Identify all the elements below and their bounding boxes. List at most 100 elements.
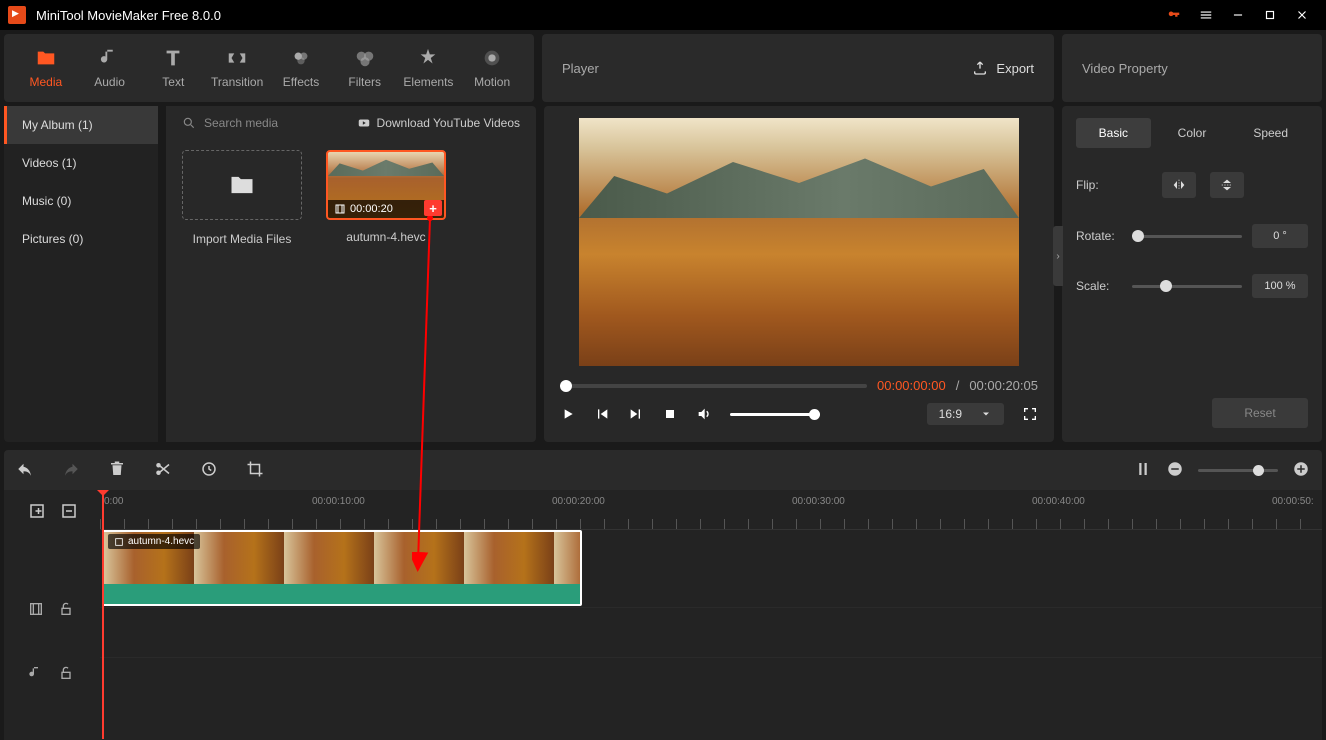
aspect-value: 16:9: [939, 407, 962, 421]
volume-slider[interactable]: [730, 413, 820, 416]
unlock-icon[interactable]: [58, 601, 74, 617]
scale-value[interactable]: 100 %: [1252, 274, 1308, 298]
tab-media[interactable]: Media: [20, 47, 72, 89]
menu-icon[interactable]: [1190, 0, 1222, 30]
maximize-button[interactable]: [1254, 0, 1286, 30]
player-header: Player Export: [542, 34, 1054, 102]
redo-button[interactable]: [62, 460, 80, 481]
property-label: Video Property: [1082, 61, 1168, 76]
tab-media-label: Media: [30, 75, 63, 89]
media-content: Search media Download YouTube Videos Imp…: [166, 106, 536, 442]
rotate-slider[interactable]: [1132, 235, 1242, 238]
ruler-tick: 00:00:40:00: [1032, 496, 1085, 507]
property-header: Video Property: [1062, 34, 1322, 102]
tab-motion[interactable]: Motion: [466, 47, 518, 89]
tab-effects[interactable]: Effects: [275, 47, 327, 89]
sidebar-item-pictures[interactable]: Pictures (0): [4, 220, 158, 258]
tab-filters-label: Filters: [348, 75, 381, 89]
timeline: 0:00 00:00:10:00 00:00:20:00 00:00:30:00…: [4, 490, 1322, 740]
delete-button[interactable]: [108, 460, 126, 481]
minimize-button[interactable]: [1222, 0, 1254, 30]
prop-tab-speed[interactable]: Speed: [1233, 118, 1308, 148]
stop-button[interactable]: [662, 406, 678, 422]
zoom-out-button[interactable]: [1166, 460, 1184, 481]
expand-tracks-button[interactable]: [28, 502, 46, 523]
audio-track[interactable]: [100, 608, 1322, 658]
chevron-down-icon: [980, 408, 992, 420]
clip-name: autumn-4.hevc: [326, 230, 446, 244]
video-track-header: [4, 570, 100, 648]
fullscreen-button[interactable]: [1022, 406, 1038, 422]
music-icon: [28, 665, 44, 681]
search-placeholder: Search media: [204, 116, 278, 130]
film-icon: [334, 203, 346, 215]
speed-button[interactable]: [200, 460, 218, 481]
clip-thumbnail[interactable]: 00:00:20 +: [326, 150, 446, 220]
scale-slider[interactable]: [1132, 285, 1242, 288]
clip-duration: 00:00:20: [350, 203, 393, 215]
app-title: MiniTool MovieMaker Free 8.0.0: [36, 8, 1158, 23]
prop-tab-color[interactable]: Color: [1155, 118, 1230, 148]
sidebar-item-myalbum[interactable]: My Album (1): [4, 106, 158, 144]
rotate-label: Rotate:: [1076, 229, 1132, 243]
tab-effects-label: Effects: [283, 75, 319, 89]
tab-audio[interactable]: Audio: [84, 47, 136, 89]
tab-transition-label: Transition: [211, 75, 263, 89]
timeline-clip[interactable]: autumn-4.hevc: [102, 530, 582, 606]
seek-slider[interactable]: [560, 384, 867, 388]
volume-button[interactable]: [696, 406, 712, 422]
player-label: Player: [562, 61, 599, 76]
video-track[interactable]: autumn-4.hevc: [100, 530, 1322, 608]
next-frame-button[interactable]: [628, 406, 644, 422]
media-clip: 00:00:20 + autumn-4.hevc: [326, 150, 446, 246]
flip-horizontal-button[interactable]: [1162, 172, 1196, 198]
prev-frame-button[interactable]: [594, 406, 610, 422]
play-button[interactable]: [560, 406, 576, 422]
player-panel: 00:00:00:00 / 00:00:20:05 16:9: [544, 106, 1054, 442]
tab-audio-label: Audio: [94, 75, 125, 89]
tab-filters[interactable]: Filters: [339, 47, 391, 89]
crop-button[interactable]: [246, 460, 264, 481]
zoom-in-button[interactable]: [1292, 460, 1310, 481]
tab-motion-label: Motion: [474, 75, 510, 89]
ruler-tick: 00:00:30:00: [792, 496, 845, 507]
aspect-select[interactable]: 16:9: [927, 403, 1004, 425]
unlock-icon[interactable]: [58, 665, 74, 681]
panel-collapse-button[interactable]: ›: [1053, 226, 1063, 286]
close-button[interactable]: [1286, 0, 1318, 30]
playhead[interactable]: [102, 490, 104, 739]
undo-button[interactable]: [16, 460, 34, 481]
tab-elements[interactable]: Elements: [402, 47, 454, 89]
app-icon: [8, 6, 26, 24]
export-button[interactable]: Export: [972, 60, 1034, 76]
timeline-ruler[interactable]: 0:00 00:00:10:00 00:00:20:00 00:00:30:00…: [100, 490, 1322, 530]
zoom-slider[interactable]: [1198, 469, 1278, 472]
reset-button[interactable]: Reset: [1212, 398, 1308, 428]
scale-label: Scale:: [1076, 279, 1132, 293]
prop-tab-basic[interactable]: Basic: [1076, 118, 1151, 148]
tab-transition[interactable]: Transition: [211, 47, 263, 89]
ruler-tick: 00:00:20:00: [552, 496, 605, 507]
tab-text-label: Text: [162, 75, 184, 89]
marker-button[interactable]: [1134, 460, 1152, 481]
add-clip-button[interactable]: +: [424, 200, 442, 216]
preview-viewport[interactable]: [579, 118, 1019, 366]
flip-label: Flip:: [1076, 178, 1132, 192]
download-youtube-button[interactable]: Download YouTube Videos: [357, 116, 520, 130]
import-label: Import Media Files: [182, 232, 302, 246]
search-icon: [182, 116, 196, 130]
key-icon[interactable]: [1158, 0, 1190, 30]
folder-icon: [228, 171, 256, 199]
download-label: Download YouTube Videos: [377, 116, 520, 130]
collapse-tracks-button[interactable]: [60, 502, 78, 523]
time-sep: /: [956, 378, 960, 393]
import-button[interactable]: [182, 150, 302, 220]
rotate-value[interactable]: 0 °: [1252, 224, 1308, 248]
import-tile: Import Media Files: [182, 150, 302, 246]
split-button[interactable]: [154, 460, 172, 481]
flip-vertical-button[interactable]: [1210, 172, 1244, 198]
tab-text[interactable]: Text: [147, 47, 199, 89]
search-input[interactable]: Search media: [182, 116, 345, 130]
sidebar-item-music[interactable]: Music (0): [4, 182, 158, 220]
sidebar-item-videos[interactable]: Videos (1): [4, 144, 158, 182]
